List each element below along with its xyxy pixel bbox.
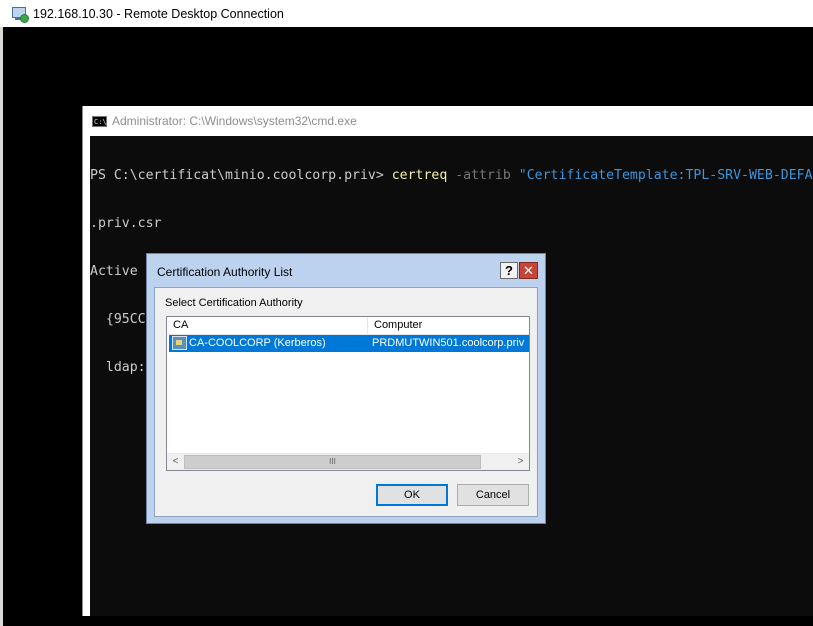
cmd-titlebar[interactable]: C:\ Administrator: C:\Windows\system32\c… bbox=[83, 106, 813, 136]
remote-desktop-icon bbox=[11, 6, 29, 23]
ca-listview[interactable]: CA Computer CA-COOLCORP (Kerberos) PRDMU… bbox=[166, 316, 530, 471]
scroll-thumb[interactable]: III bbox=[184, 455, 481, 469]
scroll-left-icon[interactable]: < bbox=[167, 454, 184, 470]
console-line: PS C:\certificat\minio.coolcorp.priv> ce… bbox=[90, 168, 813, 184]
console-prompt: PS C:\certificat\minio.coolcorp.priv> bbox=[90, 168, 392, 183]
row-computer-name: PRDMUTWIN501.coolcorp.priv bbox=[372, 337, 525, 349]
column-header-ca[interactable]: CA bbox=[167, 317, 368, 334]
horizontal-scrollbar[interactable]: < III > bbox=[167, 453, 529, 470]
ok-button[interactable]: OK bbox=[376, 484, 448, 506]
console-line: .priv.csr bbox=[90, 216, 162, 231]
cancel-button[interactable]: Cancel bbox=[457, 484, 529, 506]
cmd-title: Administrator: C:\Windows\system32\cmd.e… bbox=[112, 114, 357, 128]
help-button[interactable]: ? bbox=[500, 262, 518, 279]
row-ca-name: CA-COOLCORP (Kerberos) bbox=[189, 337, 326, 349]
column-header-computer[interactable]: Computer bbox=[368, 317, 529, 334]
dialog-titlebar[interactable]: Certification Authority List ? ✕ bbox=[147, 254, 545, 287]
select-ca-label: Select Certification Authority bbox=[165, 297, 303, 309]
dialog-body: Select Certification Authority CA Comput… bbox=[154, 287, 538, 517]
dialog-title: Certification Authority List bbox=[157, 265, 293, 279]
close-button[interactable]: ✕ bbox=[519, 262, 538, 279]
certificate-authority-icon bbox=[172, 336, 187, 350]
listview-header: CA Computer bbox=[167, 317, 529, 335]
console-string: "CertificateTemplate:TPL-SRV-WEB-DEFA bbox=[518, 168, 813, 183]
console-param: -attrib bbox=[447, 168, 519, 183]
rdp-title: 192.168.10.30 - Remote Desktop Connectio… bbox=[33, 6, 284, 21]
scroll-right-icon[interactable]: > bbox=[512, 454, 529, 470]
cmd-icon: C:\ bbox=[92, 115, 107, 127]
table-row[interactable]: CA-COOLCORP (Kerberos) PRDMUTWIN501.cool… bbox=[169, 335, 529, 352]
console-command: certreq bbox=[391, 168, 448, 183]
ca-list-dialog[interactable]: Certification Authority List ? ✕ Select … bbox=[146, 253, 546, 524]
rdp-titlebar: 192.168.10.30 - Remote Desktop Connectio… bbox=[0, 0, 813, 27]
